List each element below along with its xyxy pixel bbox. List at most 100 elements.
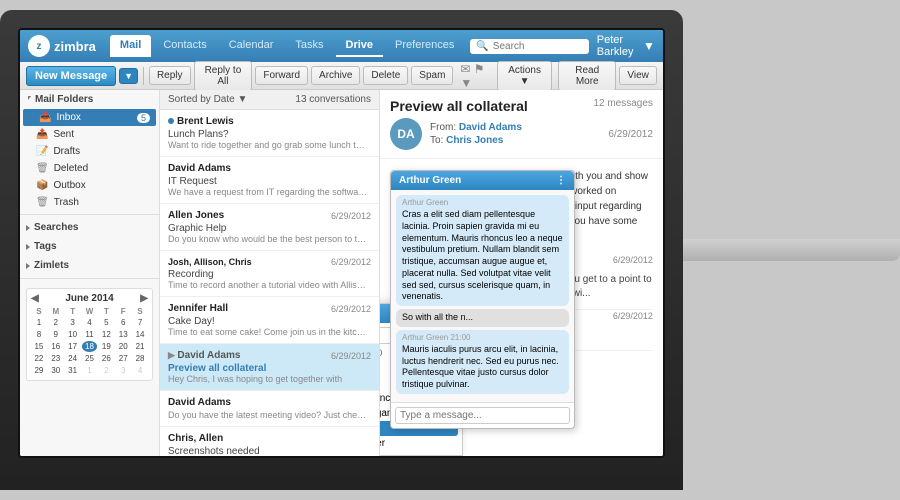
sidebar-item-sent[interactable]: 📤 Sent — [20, 126, 159, 143]
cal-day-18[interactable]: 18 — [82, 341, 98, 352]
tab-contacts[interactable]: Contacts — [153, 35, 216, 57]
msg-preview-2: Do you know who would be the best person… — [168, 234, 368, 244]
mail-folders-label: Mail Folders — [35, 94, 93, 105]
search-input[interactable] — [493, 41, 583, 52]
reading-header-row: Preview all collateral 12 messages — [390, 98, 653, 118]
cal-day-2[interactable]: 2 — [48, 317, 64, 328]
cal-day-7[interactable]: 7 — [132, 317, 148, 328]
msg-item-3[interactable]: Josh, Allison, Chris 6/29/2012 Recording… — [160, 251, 379, 297]
forward-button[interactable]: Forward — [255, 66, 308, 85]
cal-day-10[interactable]: 10 — [65, 329, 81, 340]
cal-next[interactable]: ▶ — [140, 293, 148, 304]
cal-day-24[interactable]: 24 — [65, 353, 81, 364]
msg-item-7[interactable]: Chris, Allen Screenshots needed Hey what… — [160, 427, 379, 456]
bubble-text-1: So with all the n... — [402, 312, 473, 322]
cal-day-5[interactable]: 5 — [98, 317, 114, 328]
msg-item-4[interactable]: Jennifer Hall 6/29/2012 Cake Day! Time t… — [160, 297, 379, 344]
cal-day-6[interactable]: 6 — [115, 317, 131, 328]
dropdown-arrow[interactable]: ▼ — [119, 68, 138, 84]
read-more-button[interactable]: Read More — [558, 61, 616, 91]
cal-day-17[interactable]: 17 — [65, 341, 81, 352]
expand-icon — [28, 96, 31, 103]
message-count: 12 messages — [593, 98, 652, 109]
cal-day-25[interactable]: 25 — [82, 353, 98, 364]
cal-day-next-4[interactable]: 4 — [132, 365, 148, 376]
cal-day-13[interactable]: 13 — [115, 329, 131, 340]
cal-day-28[interactable]: 28 — [132, 353, 148, 364]
mail-folders-header[interactable]: Mail Folders — [20, 90, 159, 109]
msg-arrow-5: ▶ — [168, 350, 177, 360]
cal-prev[interactable]: ◀ — [31, 293, 39, 304]
tags-header[interactable]: Tags — [20, 237, 159, 256]
tab-tasks[interactable]: Tasks — [285, 35, 333, 57]
cal-day-19[interactable]: 19 — [98, 341, 114, 352]
drafts-icon: 📝 — [36, 146, 48, 157]
to-value: Chris Jones — [446, 135, 503, 146]
cal-day-30[interactable]: 30 — [48, 365, 64, 376]
actions-button[interactable]: Actions ▼ — [497, 61, 552, 91]
toolbar-separator — [143, 67, 144, 85]
cal-day-next-3[interactable]: 3 — [115, 365, 131, 376]
cal-day-27[interactable]: 27 — [115, 353, 131, 364]
cal-day-22[interactable]: 22 — [31, 353, 47, 364]
cal-day-31[interactable]: 31 — [65, 365, 81, 376]
spam-button[interactable]: Spam — [411, 66, 453, 85]
msg-list-header: Sorted by Date ▼ 13 conversations — [160, 90, 379, 110]
cal-day-next-2[interactable]: 2 — [98, 365, 114, 376]
cal-day-next-1[interactable]: 1 — [82, 365, 98, 376]
contact-item-5[interactable]: Molly Webster — [380, 436, 458, 451]
searches-header[interactable]: Searches — [20, 218, 159, 237]
zimlets-label: Zimlets — [34, 260, 69, 271]
cal-day-29[interactable]: 29 — [31, 365, 47, 376]
cal-day-23[interactable]: 23 — [48, 353, 64, 364]
reply-button[interactable]: Reply — [149, 66, 191, 85]
delete-button[interactable]: Delete — [363, 66, 408, 85]
sort-label[interactable]: Sorted by Date ▼ — [168, 94, 247, 105]
cal-day-9[interactable]: 9 — [48, 329, 64, 340]
tab-drive[interactable]: Drive — [336, 35, 384, 57]
cal-day-16[interactable]: 16 — [48, 341, 64, 352]
cal-day-11[interactable]: 11 — [82, 329, 98, 340]
deleted-label: Deleted — [54, 163, 88, 174]
msg-subject-3: Recording — [168, 269, 371, 280]
msg-item-0[interactable]: Brent Lewis Lunch Plans? Want to ride to… — [160, 110, 379, 157]
msg-sender-0: Brent Lewis — [168, 116, 234, 127]
msg-item-1[interactable]: David Adams IT Request We have a request… — [160, 157, 379, 204]
inbox-count: 5 — [137, 113, 150, 123]
tab-preferences[interactable]: Preferences — [385, 35, 464, 57]
cal-day-4[interactable]: 4 — [82, 317, 98, 328]
cal-day-21[interactable]: 21 — [132, 341, 148, 352]
bubble-text-0: Cras a elit sed diam pellentesque lacini… — [402, 209, 563, 301]
sidebar-item-outbox[interactable]: 📦 Outbox — [20, 177, 159, 194]
msg-preview-3: Time to record another a tutorial video … — [168, 280, 368, 290]
inline-chat-input[interactable] — [395, 407, 570, 424]
sidebar-item-deleted[interactable]: 🗑 Deleted — [20, 160, 159, 177]
msg-item-2[interactable]: Allen Jones 6/29/2012 Graphic Help Do yo… — [160, 204, 379, 251]
cal-day-26[interactable]: 26 — [98, 353, 114, 364]
cal-day-12[interactable]: 12 — [98, 329, 114, 340]
zimlets-header[interactable]: Zimlets — [20, 256, 159, 275]
cal-day-14[interactable]: 14 — [132, 329, 148, 340]
inline-chat-header[interactable]: Arthur Green ⋮ — [391, 171, 574, 190]
sidebar-item-inbox[interactable]: 📥 Inbox 5 — [23, 109, 156, 126]
inline-chat-options-icon[interactable]: ⋮ — [556, 175, 566, 186]
cal-day-15[interactable]: 15 — [31, 341, 47, 352]
sidebar-item-trash[interactable]: 🗑 Trash — [20, 194, 159, 211]
tab-calendar[interactable]: Calendar — [219, 35, 284, 57]
msg-item-6[interactable]: David Adams Do you have the latest meeti… — [160, 391, 379, 427]
msg-sender-4: Jennifer Hall — [168, 303, 228, 314]
tab-mail[interactable]: Mail — [110, 35, 151, 57]
reply-all-button[interactable]: Reply to All — [194, 61, 253, 91]
cal-day-1[interactable]: 1 — [31, 317, 47, 328]
sidebar-item-drafts[interactable]: 📝 Drafts — [20, 143, 159, 160]
archive-button[interactable]: Archive — [311, 66, 360, 85]
thread-date-1: 6/29/2012 — [613, 310, 653, 324]
msg-item-5[interactable]: ▶ David Adams 6/29/2012 Preview all coll… — [160, 344, 379, 391]
cal-day-3[interactable]: 3 — [65, 317, 81, 328]
cal-day-header-t2: T — [98, 307, 114, 316]
cal-day-20[interactable]: 20 — [115, 341, 131, 352]
cal-day-8[interactable]: 8 — [31, 329, 47, 340]
reading-meta: DA From: David Adams To: Chris Jones 6/2… — [390, 118, 653, 150]
view-button[interactable]: View — [619, 66, 657, 85]
new-message-button[interactable]: New Message — [26, 66, 116, 86]
